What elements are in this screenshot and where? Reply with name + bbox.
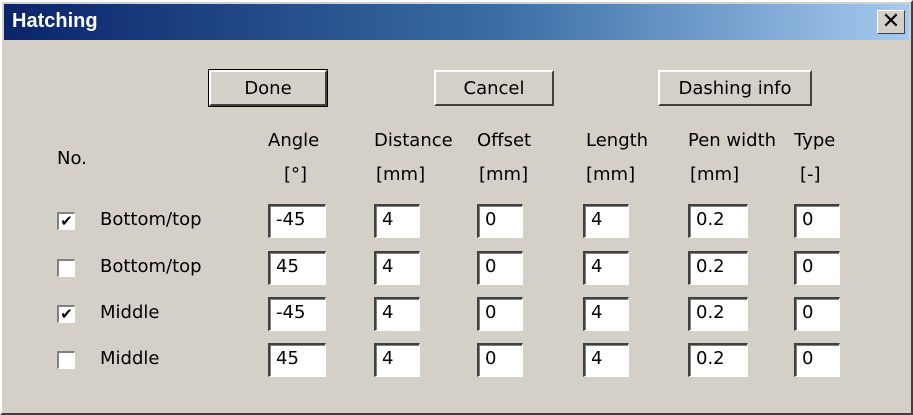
row-1-offset-input[interactable]: 0: [477, 204, 523, 238]
row-1-angle-input[interactable]: -45: [268, 204, 326, 238]
row-2-type-input[interactable]: 0: [794, 251, 840, 285]
cancel-button[interactable]: Cancel: [434, 70, 554, 106]
angle-unit: [°]: [284, 164, 308, 185]
close-icon: ✕: [881, 9, 901, 34]
row-4-type-input[interactable]: 0: [794, 343, 840, 377]
done-button[interactable]: Done: [208, 69, 328, 107]
row-1-checkbox[interactable]: ✔: [57, 212, 75, 230]
checkmark-icon: ✔: [60, 305, 73, 323]
type-header: Type: [794, 130, 836, 151]
row-1-length-input[interactable]: 4: [583, 204, 629, 238]
checkmark-icon: ✔: [60, 212, 73, 230]
dashing-info-button[interactable]: Dashing info: [658, 70, 812, 106]
row-3-checkbox[interactable]: ✔: [57, 305, 75, 323]
close-button[interactable]: ✕: [877, 10, 905, 34]
row-1-distance-input[interactable]: 4: [374, 204, 420, 238]
length-unit: [mm]: [586, 164, 636, 185]
hatching-dialog: Hatching ✕ Done Cancel Dashing info No. …: [0, 0, 913, 415]
pen-width-unit: [mm]: [690, 164, 740, 185]
distance-header: Distance: [374, 130, 453, 151]
type-unit: [-]: [800, 164, 821, 185]
offset-unit: [mm]: [479, 164, 529, 185]
angle-header: Angle: [268, 130, 320, 151]
row-4-distance-input[interactable]: 4: [374, 343, 420, 377]
row-3-offset-input[interactable]: 0: [477, 297, 523, 331]
row-2-label: Bottom/top: [100, 256, 202, 277]
row-2-offset-input[interactable]: 0: [477, 251, 523, 285]
distance-unit: [mm]: [376, 164, 426, 185]
window-title: Hatching: [12, 10, 98, 32]
row-2-checkbox[interactable]: [57, 259, 75, 277]
row-4-angle-input[interactable]: 45: [268, 343, 326, 377]
row-4-label: Middle: [100, 348, 160, 369]
row-3-label: Middle: [100, 302, 160, 323]
pen-width-header: Pen width: [688, 130, 777, 151]
no-column-header: No.: [57, 148, 87, 169]
row-2-angle-input[interactable]: 45: [268, 251, 326, 285]
row-4-length-input[interactable]: 4: [583, 343, 629, 377]
row-2-pen-width-input[interactable]: 0.2: [688, 251, 748, 285]
row-1-label: Bottom/top: [100, 209, 202, 230]
title-bar: Hatching ✕: [4, 4, 909, 40]
row-1-type-input[interactable]: 0: [794, 204, 840, 238]
row-4-pen-width-input[interactable]: 0.2: [688, 343, 748, 377]
row-2-length-input[interactable]: 4: [583, 251, 629, 285]
row-3-distance-input[interactable]: 4: [374, 297, 420, 331]
row-2-distance-input[interactable]: 4: [374, 251, 420, 285]
row-3-length-input[interactable]: 4: [583, 297, 629, 331]
row-4-checkbox[interactable]: [57, 351, 75, 369]
row-3-angle-input[interactable]: -45: [268, 297, 326, 331]
offset-header: Offset: [477, 130, 532, 151]
row-3-pen-width-input[interactable]: 0.2: [688, 297, 748, 331]
row-1-pen-width-input[interactable]: 0.2: [688, 204, 748, 238]
row-4-offset-input[interactable]: 0: [477, 343, 523, 377]
length-header: Length: [586, 130, 649, 151]
row-3-type-input[interactable]: 0: [794, 297, 840, 331]
